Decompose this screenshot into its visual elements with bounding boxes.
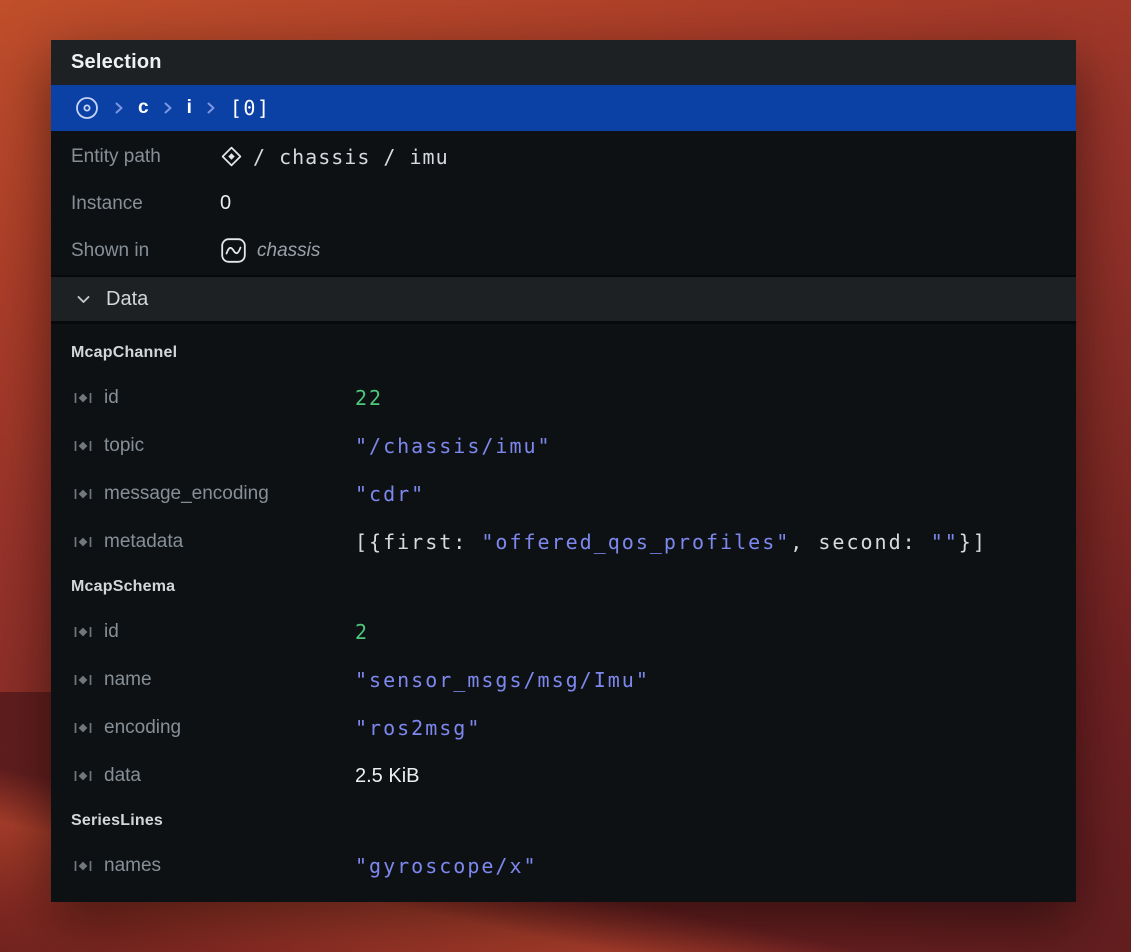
chevron-down-icon [75, 291, 92, 308]
group-title-mcapchannel: McapChannel [51, 332, 1076, 374]
chevron-right-icon [205, 100, 217, 116]
field-label: data [104, 765, 141, 787]
chevron-right-icon [162, 100, 174, 116]
breadcrumb-segment-instance[interactable]: [0] [230, 96, 271, 120]
selection-panel: Selection c i [0] [51, 40, 1076, 902]
component-icon [73, 720, 93, 736]
shown-in-link[interactable]: chassis [220, 237, 320, 264]
component-icon [73, 768, 93, 784]
field-row-schema-data: data 2.5 KiB [51, 752, 1076, 800]
overview-section: Entity path / chassis / imu Instance 0 S… [51, 131, 1076, 275]
field-value: "/chassis/imu" [355, 434, 552, 458]
component-icon [73, 624, 93, 640]
component-icon [73, 390, 93, 406]
field-label: encoding [104, 717, 181, 739]
field-label: id [104, 621, 119, 643]
field-value: 22 [355, 386, 383, 410]
component-icon [73, 486, 93, 502]
field-label: message_encoding [104, 483, 269, 505]
entity-icon [220, 145, 243, 168]
chevron-right-icon [113, 100, 125, 116]
component-icon [73, 438, 93, 454]
group-title-mcapschema: McapSchema [51, 566, 1076, 608]
entity-path-value[interactable]: / chassis / imu [220, 145, 449, 169]
instance-value: 0 [220, 192, 231, 215]
field-value: 2.5 KiB [355, 765, 419, 788]
field-value: "ros2msg" [355, 716, 481, 740]
breadcrumb-segment-imu[interactable]: i [187, 97, 192, 119]
panel-title-bar: Selection [51, 40, 1076, 85]
field-row-channel-id: id 22 [51, 374, 1076, 422]
component-icon [73, 672, 93, 688]
shown-in-label: Shown in [71, 240, 220, 262]
instance-row: Instance 0 [51, 180, 1076, 227]
field-label: topic [104, 435, 144, 457]
field-value: "sensor_msgs/msg/Imu" [355, 668, 650, 692]
field-label: name [104, 669, 152, 691]
field-row-channel-metadata: metadata [{first: "offered_qos_profiles"… [51, 518, 1076, 566]
field-value: [{first: "offered_qos_profiles", second:… [355, 530, 987, 554]
field-label: id [104, 387, 119, 409]
field-label: names [104, 855, 161, 877]
recording-icon[interactable] [74, 95, 100, 121]
timeseries-view-icon [220, 237, 247, 264]
shown-in-view-name: chassis [257, 240, 320, 262]
shown-in-row: Shown in chassis [51, 227, 1076, 274]
field-label: metadata [104, 531, 183, 553]
entity-path-row: Entity path / chassis / imu [51, 133, 1076, 180]
panel-title: Selection [71, 51, 162, 74]
field-row-schema-id: id 2 [51, 608, 1076, 656]
data-section-body: McapChannel id 22 [51, 324, 1076, 902]
breadcrumb-segment-chassis[interactable]: c [138, 97, 149, 119]
field-row-series-names: names "gyroscope/x" [51, 842, 1076, 890]
field-row-channel-message-encoding: message_encoding "cdr" [51, 470, 1076, 518]
group-title-serieslines: SeriesLines [51, 800, 1076, 842]
field-row-channel-topic: topic "/chassis/imu" [51, 422, 1076, 470]
field-value: "cdr" [355, 482, 425, 506]
component-icon [73, 858, 93, 874]
field-row-schema-encoding: encoding "ros2msg" [51, 704, 1076, 752]
data-section-header[interactable]: Data [51, 275, 1076, 324]
field-value: 2 [355, 620, 369, 644]
instance-label: Instance [71, 193, 220, 215]
entity-path-text: / chassis / imu [253, 145, 449, 169]
data-section-title: Data [106, 288, 148, 311]
component-icon [73, 534, 93, 550]
field-row-schema-name: name "sensor_msgs/msg/Imu" [51, 656, 1076, 704]
entity-path-label: Entity path [71, 146, 220, 168]
field-value: "gyroscope/x" [355, 854, 538, 878]
breadcrumb: c i [0] [51, 85, 1076, 131]
